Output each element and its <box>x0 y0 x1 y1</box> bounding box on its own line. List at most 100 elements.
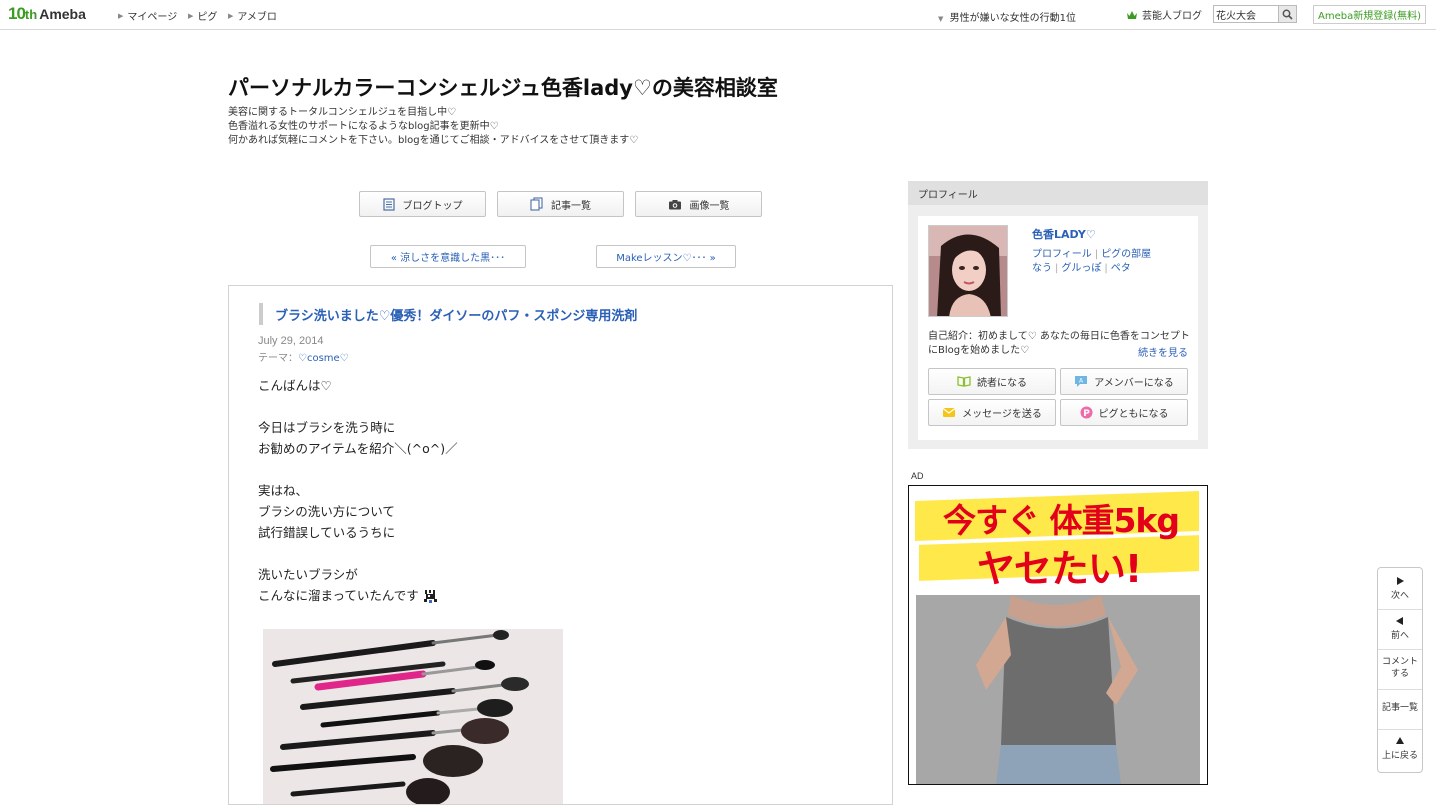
search-icon <box>1282 9 1293 20</box>
body-line: 洗いたいブラシが <box>258 567 358 582</box>
triangle-icon: ▶ <box>188 11 194 20</box>
body-line <box>258 459 458 480</box>
article-theme-link[interactable]: ♡cosme♡ <box>298 353 349 364</box>
rail-top-button[interactable]: 上に戻る <box>1378 736 1422 762</box>
article-title[interactable]: ブラシ洗いました♡優秀！ダイソーのパフ・スポンジ専用洗剤 <box>259 303 637 325</box>
ameba-logo[interactable]: 10 th Ameba <box>8 4 86 23</box>
link-separator: | <box>1055 263 1059 274</box>
svg-text:P: P <box>1083 409 1090 419</box>
rail-comment-button[interactable]: コメント する <box>1378 656 1422 680</box>
rail-entry-list-button[interactable]: 記事一覧 <box>1378 702 1422 714</box>
pigg-friend-button[interactable]: P ピグともになる <box>1060 399 1188 426</box>
body-line: こんばんは♡ <box>258 378 332 393</box>
rail-entry-list-label: 記事一覧 <box>1381 703 1418 713</box>
body-line: ブラシの洗い方について <box>258 504 395 519</box>
body-line <box>258 543 458 564</box>
nav-ameblo-label: アメブロ <box>237 12 277 23</box>
global-header: 10 th Ameba ▶ マイページ ▶ ピグ ▶ アメブロ ▼ 男性が嫌いな… <box>0 0 1436 30</box>
entry-list-label: 記事一覧 <box>551 200 591 212</box>
document-icon <box>382 197 395 211</box>
trend-link[interactable]: ▼ 男性が嫌いな女性の行動1位 <box>938 9 1076 24</box>
send-message-label: メッセージを送る <box>962 409 1042 420</box>
image-list-label: 画像一覧 <box>689 200 730 212</box>
search-box <box>1213 5 1297 23</box>
body-line: 試行錯誤しているうちに <box>258 525 396 540</box>
search-button[interactable] <box>1278 5 1297 23</box>
ad-headline-1: 今すぐ 体重5kg <box>942 501 1180 540</box>
rail-next-label: 次へ <box>1390 591 1409 601</box>
rail-comment-label-2: する <box>1390 669 1409 679</box>
ad-banner[interactable]: 今すぐ 体重5kg ヤセたい! <box>908 485 1208 785</box>
page-nav-rail: 次へ 前へ コメント する 記事一覧 上に戻る <box>1377 567 1423 773</box>
become-amember-button[interactable]: A アメンバーになる <box>1060 368 1188 395</box>
article-date: July 29, 2014 <box>258 335 324 347</box>
rail-divider <box>1378 689 1422 690</box>
entry-list-button[interactable]: 記事一覧 <box>497 191 624 217</box>
play-left-icon <box>1396 617 1403 625</box>
book-icon <box>957 376 971 387</box>
blog-top-label: ブログトップ <box>402 200 463 212</box>
nav-pigg-label: ピグ <box>197 12 218 23</box>
body-line-with-emoji: こんなに溜まっていたんです <box>258 585 458 606</box>
pixel-emoji-icon <box>423 589 437 603</box>
peta-link[interactable]: ペタ <box>1111 263 1131 274</box>
register-button[interactable]: Ameba新規登録(無料) <box>1313 5 1426 24</box>
profile-links-row1: プロフィール | ピグの部屋 <box>1032 245 1151 260</box>
profile-header: プロフィール <box>908 181 1208 205</box>
image-list-button[interactable]: 画像一覧 <box>635 191 762 217</box>
blog-description-line: 美容に関するトータルコンシェルジュを目指し中♡ <box>228 107 457 118</box>
triangle-icon: ▶ <box>118 11 124 20</box>
rail-prev-label: 前へ <box>1390 631 1409 641</box>
article-theme: テーマ：♡cosme♡ <box>258 349 349 364</box>
camera-icon <box>668 199 681 209</box>
amember-icon: A <box>1075 376 1088 387</box>
become-reader-button[interactable]: 読者になる <box>928 368 1056 395</box>
nav-pigg-link[interactable]: ▶ ピグ <box>188 8 218 24</box>
rail-prev-button[interactable]: 前へ <box>1378 616 1422 642</box>
triangle-down-icon: ▼ <box>938 15 944 23</box>
ad-photo <box>916 595 1200 784</box>
body-line <box>258 396 458 417</box>
rail-divider <box>1378 649 1422 650</box>
become-amember-label: アメンバーになる <box>1094 378 1174 389</box>
read-more-link[interactable]: 続きを見る <box>1138 344 1188 359</box>
body-line: お勧めのアイテムを紹介＼(^o^)／ <box>258 441 458 456</box>
profile-links-row2: なう | グルっぽ | ペタ <box>1032 259 1131 274</box>
logo-name: Ameba <box>39 6 86 22</box>
celeb-blog-label: 芸能人ブログ <box>1142 11 1202 22</box>
blog-title[interactable]: パーソナルカラーコンシェルジュ色香lady♡の美容相談室 <box>228 72 778 102</box>
blog-top-button[interactable]: ブログトップ <box>359 191 486 217</box>
article-photo-brushes[interactable] <box>263 629 563 804</box>
profile-card: 色香LADY♡ プロフィール | ピグの部屋 なう | グルっぽ | ペタ 自己紹介：初めま… <box>918 216 1198 440</box>
nav-mypage-label: マイページ <box>127 12 178 23</box>
prev-entry-link[interactable]: « 涼しさを意識した黒･･･ <box>370 245 526 268</box>
profile-name[interactable]: 色香LADY♡ <box>1032 226 1096 242</box>
ad-label: AD <box>911 471 924 481</box>
rail-top-label: 上に戻る <box>1381 751 1418 761</box>
profile-panel: プロフィール 色香LADY♡ プロフィール | ピグの部屋 なう | グルっぽ | ペタ 自… <box>908 181 1208 449</box>
article-body: こんばんは♡ 今日はブラシを洗う時に お勧めのアイテムを紹介＼(^o^)／ 実は… <box>258 375 458 606</box>
avatar[interactable] <box>928 225 1008 317</box>
envelope-icon <box>942 408 956 417</box>
blog-description-line: 何かあれば気軽にコメントを下さい。blogを通じてご相談・アドバイスをさせて頂き… <box>228 135 639 146</box>
triangle-icon: ▶ <box>228 11 234 20</box>
next-entry-link[interactable]: Makeレッスン♡･･･ » <box>596 245 736 268</box>
nav-ameblo-link[interactable]: ▶ アメブロ <box>228 8 277 24</box>
group-link[interactable]: グルっぽ <box>1061 263 1101 274</box>
body-line: 今日はブラシを洗う時に <box>258 420 396 435</box>
rail-divider <box>1378 609 1422 610</box>
body-line: 実はね、 <box>258 483 309 498</box>
rail-next-button[interactable]: 次へ <box>1378 576 1422 602</box>
nav-mypage-link[interactable]: ▶ マイページ <box>118 8 178 24</box>
pigg-icon: P <box>1080 406 1092 419</box>
rail-divider <box>1378 729 1422 730</box>
trend-text: 男性が嫌いな女性の行動1位 <box>949 13 1076 24</box>
send-message-button[interactable]: メッセージを送る <box>928 399 1056 426</box>
logo-ten: 10 <box>8 4 26 23</box>
celeb-blog-link[interactable]: 芸能人ブログ <box>1126 7 1202 22</box>
article: ブラシ洗いました♡優秀！ダイソーのパフ・スポンジ専用洗剤 July 29, 20… <box>228 285 893 805</box>
now-link[interactable]: なう <box>1032 263 1052 274</box>
search-input[interactable] <box>1213 5 1281 23</box>
ad-headline-2: ヤセたい! <box>976 547 1142 591</box>
ad-model-photo-icon <box>916 595 1200 784</box>
